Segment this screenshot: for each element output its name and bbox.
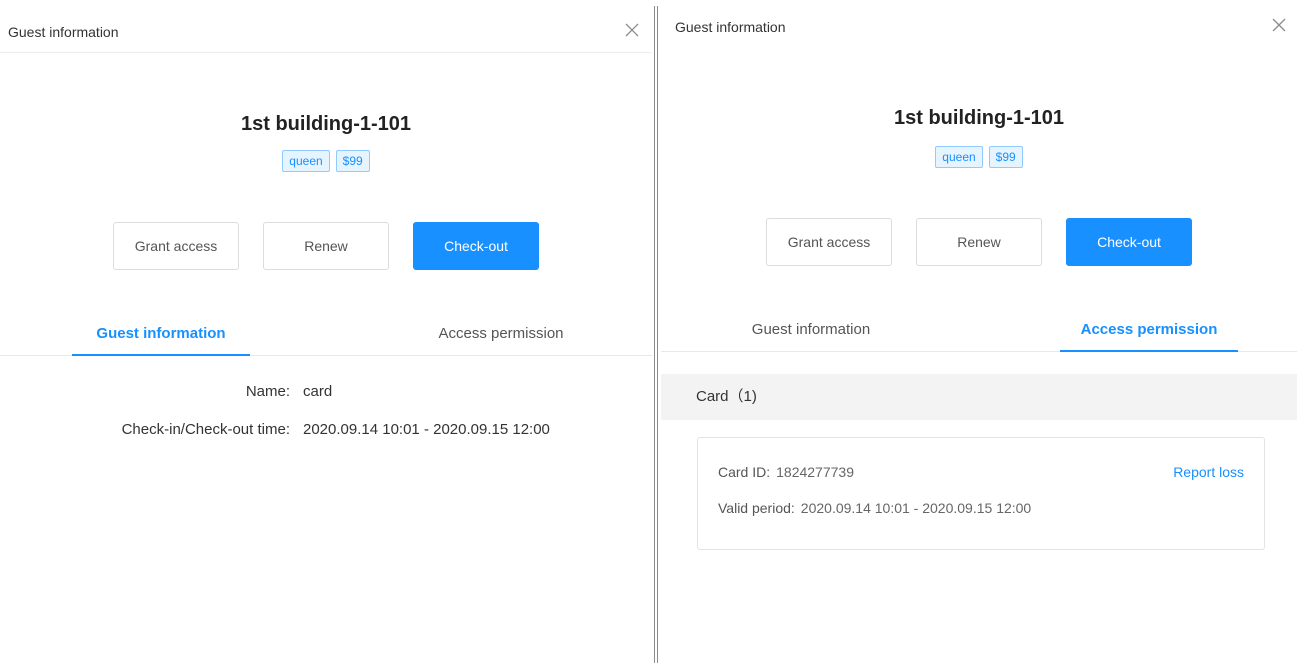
- renew-button[interactable]: Renew: [916, 218, 1042, 266]
- card-id-value: 1824277739: [776, 464, 854, 480]
- panel-title: Guest information: [675, 19, 786, 35]
- window-divider: [654, 6, 655, 663]
- window-divider: [657, 6, 658, 663]
- grant-access-button[interactable]: Grant access: [766, 218, 892, 266]
- tab-access-permission[interactable]: Access permission: [412, 316, 590, 356]
- valid-period-label: Valid period:: [718, 500, 795, 516]
- room-title: 1st building-1-101: [893, 107, 1065, 129]
- panel-header: Guest information: [0, 10, 652, 53]
- valid-period-value: 2020.09.14 10:01 - 2020.09.15 12:00: [800, 500, 1032, 516]
- card-item: Card ID: 1824277739 Report loss Valid per…: [697, 437, 1265, 550]
- room-price-tag: $99: [988, 146, 1023, 168]
- panel-title: Guest information: [8, 24, 119, 40]
- checkin-time-value: 2020.09.14 10:01 - 2020.09.15 12:00: [303, 421, 550, 438]
- room-title: 1st building-1-101: [240, 113, 412, 135]
- card-section-header: Card（1): [661, 374, 1297, 420]
- room-tags: queen $99: [661, 146, 1297, 168]
- room-type-tag: queen: [935, 146, 983, 168]
- panel-header: Guest information: [661, 8, 1297, 48]
- card-id-row: Card ID: 1824277739: [718, 464, 854, 480]
- close-icon[interactable]: [1271, 17, 1287, 33]
- guest-info-panel-left: Guest information 1st building-1-101 que…: [0, 0, 652, 663]
- name-label: Name:: [245, 383, 290, 400]
- tab-guest-information[interactable]: Guest information: [72, 316, 250, 356]
- valid-period-row: Valid period: 2020.09.14 10:01 - 2020.09.…: [718, 500, 1031, 516]
- close-icon[interactable]: [624, 22, 640, 38]
- card-id-label: Card ID:: [718, 464, 771, 480]
- room-tags: queen $99: [0, 150, 652, 172]
- checkout-button[interactable]: Check-out: [1066, 218, 1192, 266]
- name-value: card: [303, 383, 333, 400]
- tab-guest-information[interactable]: Guest information: [722, 312, 900, 352]
- tab-access-permission[interactable]: Access permission: [1060, 312, 1238, 352]
- action-buttons: Grant access Renew Check-out: [661, 218, 1297, 266]
- room-type-tag: queen: [282, 150, 330, 172]
- action-buttons: Grant access Renew Check-out: [0, 222, 652, 270]
- guest-info-panel-right: Guest information 1st building-1-101 que…: [661, 0, 1297, 663]
- renew-button[interactable]: Renew: [263, 222, 389, 270]
- checkin-time-label: Check-in/Check-out time:: [121, 421, 290, 438]
- room-price-tag: $99: [335, 150, 370, 172]
- checkout-button[interactable]: Check-out: [413, 222, 539, 270]
- tab-bar: Guest information Access permission: [0, 316, 652, 356]
- tab-bar: Guest information Access permission: [661, 312, 1297, 352]
- report-loss-link[interactable]: Report loss: [1173, 464, 1244, 480]
- grant-access-button[interactable]: Grant access: [113, 222, 239, 270]
